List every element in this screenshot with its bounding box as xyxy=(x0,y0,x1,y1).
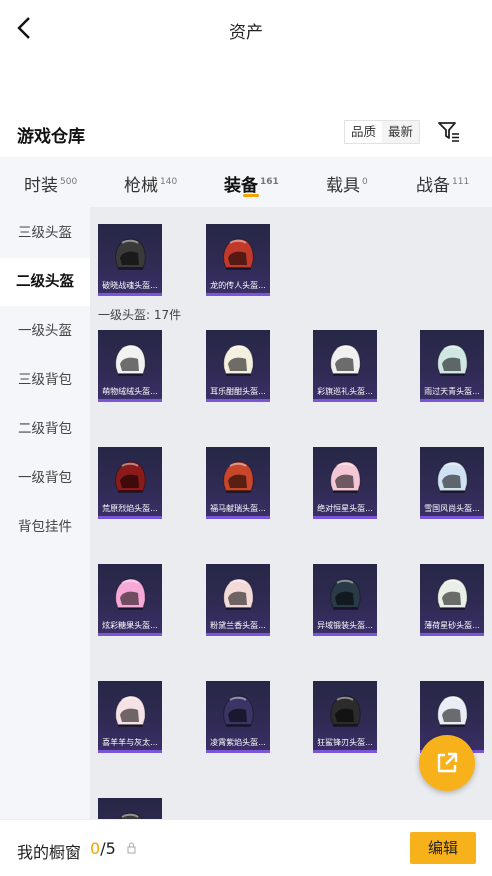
helmet-icon xyxy=(223,461,254,493)
item-name: 破晓战魂头盔... xyxy=(102,281,158,290)
helmet-icon xyxy=(119,812,143,819)
helmet-icon xyxy=(223,578,254,610)
item-name: 福马献瑞头盔... xyxy=(210,504,266,513)
helmet-item[interactable]: 破晓战魂头盔... xyxy=(98,224,162,296)
showcase-count: 0/5 xyxy=(90,839,116,858)
item-name: 凌霄紫焰头盔... xyxy=(210,738,266,747)
helmet-item[interactable]: 雪国风尚头盔... xyxy=(420,447,484,519)
helmet-icon xyxy=(437,578,468,610)
item-name: 雪国风尚头盔... xyxy=(424,504,480,513)
sidebar-item-level3-backpack[interactable]: 三级背包 xyxy=(0,356,90,404)
item-name: 彩旗巡礼头盔... xyxy=(317,387,373,396)
section-title: 游戏仓库 xyxy=(17,127,85,147)
helmet-item[interactable] xyxy=(98,798,162,819)
item-grid: 一级头盔: 17件 破晓战魂头盔... 龙的传人头盔... 萌物绒绒头盔... 耳乐酣… xyxy=(90,207,492,819)
helmet-item[interactable]: 绝对恒星头盔... xyxy=(313,447,377,519)
category-tabs: 时装 500 枪械 140 装备 161 载具 0 战备 111 xyxy=(0,157,492,207)
active-tab-indicator xyxy=(243,194,259,197)
sidebar-item-level2-backpack[interactable]: 二级背包 xyxy=(0,405,90,453)
helmet-item[interactable]: 粉黛兰香头盔... xyxy=(206,564,270,636)
item-name: 荒原烈焰头盔... xyxy=(102,504,158,513)
helmet-icon xyxy=(115,578,146,610)
helmet-icon xyxy=(115,695,146,727)
sort-toggle: 品质 最新 xyxy=(344,120,421,144)
item-name: 龙的传人头盔... xyxy=(210,281,266,290)
top-bar: 资产 xyxy=(0,0,492,56)
sidebar-item-level1-helmet[interactable]: 一级头盔 xyxy=(0,307,90,355)
helmet-item[interactable]: 狂鲨锋刃头盔... xyxy=(313,681,377,753)
helmet-icon xyxy=(223,344,254,376)
page-title: 资产 xyxy=(229,23,263,43)
subcategory-count: 一级头盔: 17件 xyxy=(98,308,182,322)
item-name: 狂鲨锋刃头盔... xyxy=(317,738,373,747)
helmet-item[interactable]: 龙的传人头盔... xyxy=(206,224,270,296)
item-name: 萌物绒绒头盔... xyxy=(102,387,158,396)
sidebar-item-level1-backpack[interactable]: 一级背包 xyxy=(0,454,90,502)
sort-latest-button[interactable]: 最新 xyxy=(382,121,419,143)
helmet-icon xyxy=(330,344,361,376)
item-name: 炫彩糖果头盔... xyxy=(102,621,158,630)
share-button[interactable] xyxy=(419,735,475,791)
item-name: 绝对恒星头盔... xyxy=(317,504,373,513)
tab-weapons[interactable]: 枪械 140 xyxy=(124,171,177,196)
filter-icon[interactable] xyxy=(436,118,462,144)
helmet-icon xyxy=(115,461,146,493)
showcase-bar: 我的橱窗 0/5 编辑 xyxy=(0,819,492,876)
tab-vehicles[interactable]: 载具 0 xyxy=(326,171,368,196)
helmet-icon xyxy=(330,695,361,727)
helmet-item[interactable]: 荒原烈焰头盔... xyxy=(98,447,162,519)
helmet-icon xyxy=(115,238,146,270)
helmet-icon xyxy=(223,238,254,270)
helmet-item[interactable]: 薄荷星砂头盔... xyxy=(420,564,484,636)
item-name: 粉黛兰香头盔... xyxy=(210,621,266,630)
sidebar-item-level2-helmet[interactable]: 二级头盔 xyxy=(0,258,90,306)
item-name: 喜羊羊与灰太... xyxy=(102,738,158,747)
subcategory-sidebar: 三级头盔 二级头盔 一级头盔 三级背包 二级背包 一级背包 背包挂件 xyxy=(0,207,90,819)
showcase-label: 我的橱窗 xyxy=(17,843,82,862)
helmet-icon xyxy=(330,578,361,610)
external-link-icon xyxy=(437,752,458,773)
item-name: 耳乐酣酣头盔... xyxy=(210,387,266,396)
helmet-item[interactable]: 雨过天青头盔... xyxy=(420,330,484,402)
helmet-item[interactable]: 喜羊羊与灰太... xyxy=(98,681,162,753)
lock-icon xyxy=(127,842,136,854)
tab-fashion[interactable]: 时装 500 xyxy=(24,171,77,196)
item-name: 雨过天青头盔... xyxy=(424,387,480,396)
helmet-item[interactable]: 炫彩糖果头盔... xyxy=(98,564,162,636)
sidebar-item-backpack-charm[interactable]: 背包挂件 xyxy=(0,503,90,551)
item-name: 薄荷星砂头盔... xyxy=(424,621,480,630)
tab-equipment[interactable]: 装备 161 xyxy=(224,171,279,196)
edit-button[interactable]: 编辑 xyxy=(410,832,476,864)
sidebar-item-level3-helmet[interactable]: 三级头盔 xyxy=(0,209,90,257)
helmet-item[interactable]: 异域锻装头盔... xyxy=(313,564,377,636)
sort-quality-button[interactable]: 品质 xyxy=(345,121,383,143)
helmet-item[interactable]: 凌霄紫焰头盔... xyxy=(206,681,270,753)
helmet-icon xyxy=(437,461,468,493)
item-name: 异域锻装头盔... xyxy=(317,621,373,630)
helmet-item[interactable]: 福马献瑞头盔... xyxy=(206,447,270,519)
helmet-icon xyxy=(330,461,361,493)
helmet-item[interactable]: 萌物绒绒头盔... xyxy=(98,330,162,402)
helmet-icon xyxy=(115,344,146,376)
helmet-item[interactable]: 彩旗巡礼头盔... xyxy=(313,330,377,402)
helmet-item[interactable]: 耳乐酣酣头盔... xyxy=(206,330,270,402)
helmet-icon xyxy=(437,344,468,376)
helmet-icon xyxy=(437,695,468,727)
tab-supplies[interactable]: 战备 111 xyxy=(416,171,469,196)
helmet-icon xyxy=(223,695,254,727)
